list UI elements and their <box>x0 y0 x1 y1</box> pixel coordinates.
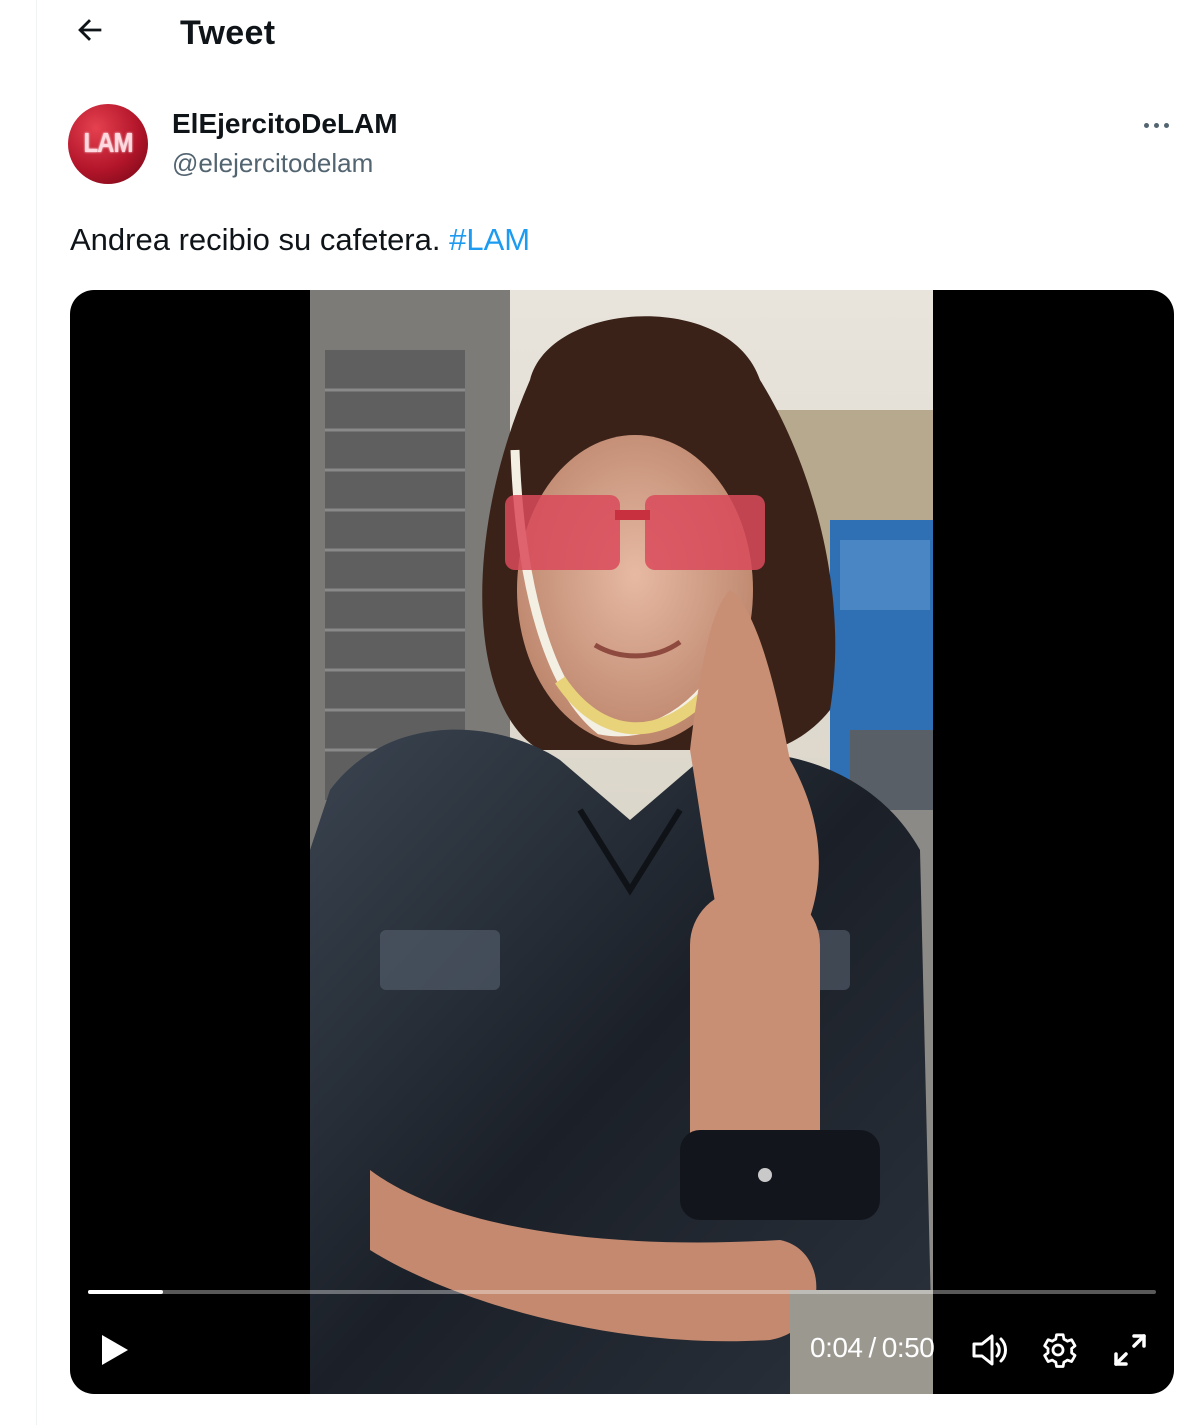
avatar-logo-text: LAM <box>83 127 134 159</box>
video-player[interactable]: 0:04/0:50 <box>70 290 1174 1394</box>
duration: 0:50 <box>881 1332 935 1363</box>
tweet-text: Andrea recibio su cafetera. #LAM <box>70 222 530 258</box>
video-frame <box>310 290 933 1394</box>
settings-button[interactable] <box>1036 1328 1080 1372</box>
fullscreen-button[interactable] <box>1108 1328 1152 1372</box>
volume-button[interactable] <box>968 1328 1012 1372</box>
volume-icon <box>972 1334 1007 1366</box>
more-options-button[interactable] <box>1134 110 1178 140</box>
time-separator: / <box>868 1332 877 1363</box>
tweet-author: LAM ElEjercitoDeLAM @elejercitodelam <box>68 102 1178 186</box>
fullscreen-icon <box>1114 1334 1146 1366</box>
settings-gear-icon <box>1043 1333 1077 1368</box>
current-time: 0:04 <box>810 1332 863 1363</box>
tweet-body: Andrea recibio su cafetera. <box>70 222 450 257</box>
hashtag-link[interactable]: #LAM <box>449 222 530 257</box>
video-time: 0:04/0:50 <box>810 1332 935 1364</box>
video-progress-bar[interactable] <box>88 1290 1156 1294</box>
page-title: Tweet <box>180 14 276 52</box>
timeline-border <box>36 0 37 1425</box>
arrow-left-icon <box>78 19 102 41</box>
video-progress-fill <box>88 1290 163 1294</box>
avatar[interactable]: LAM <box>68 104 148 184</box>
more-horizontal-icon <box>1143 122 1149 128</box>
play-icon <box>102 1335 128 1365</box>
back-button[interactable] <box>70 10 110 50</box>
author-handle[interactable]: @elejercitodelam <box>172 148 373 179</box>
play-button[interactable] <box>94 1330 134 1370</box>
video-controls: 0:04/0:50 <box>70 1318 1174 1378</box>
video-still <box>310 290 933 1394</box>
author-display-name[interactable]: ElEjercitoDeLAM <box>172 108 398 140</box>
